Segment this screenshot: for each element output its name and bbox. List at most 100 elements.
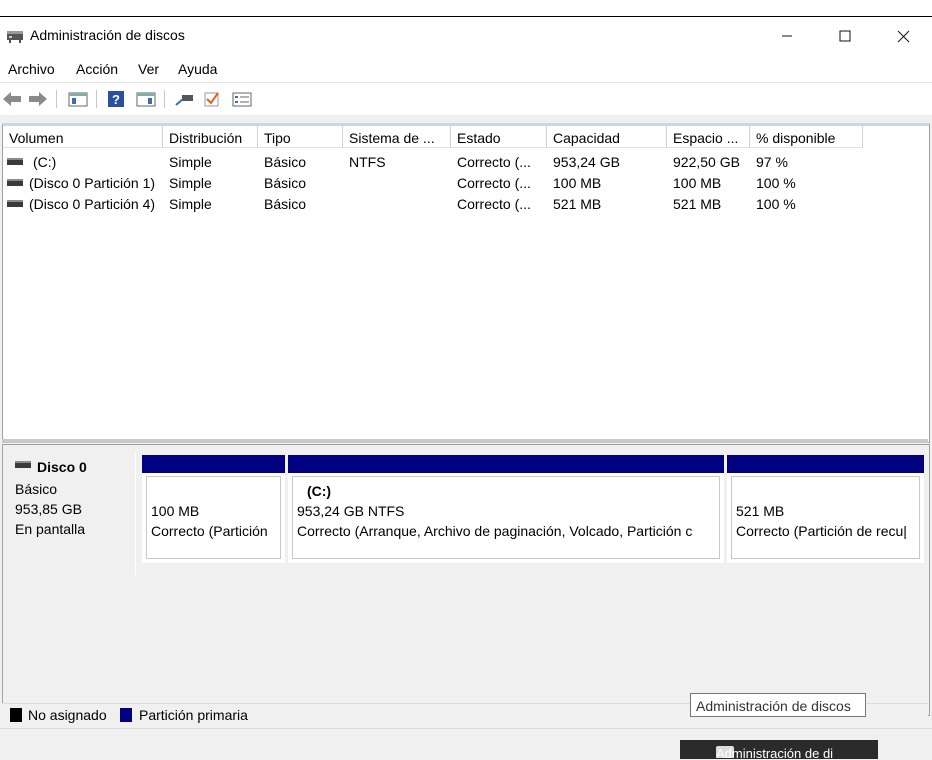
back-button[interactable] bbox=[2, 89, 22, 109]
cell-espacio: 922,50 GB bbox=[673, 154, 740, 170]
column-header-estado[interactable]: Estado bbox=[451, 126, 547, 148]
disk-graphical-view: Disco 0 Básico 953,85 GB En pantalla 100… bbox=[2, 444, 930, 716]
legend-unallocated-label: No asignado bbox=[28, 707, 107, 723]
table-row[interactable]: (C:) Simple Básico NTFS Correcto (... 95… bbox=[3, 152, 929, 173]
table-row[interactable]: (Disco 0 Partición 1) Simple Básico Corr… bbox=[3, 173, 929, 194]
volume-name: (C:) bbox=[33, 154, 57, 170]
cell-disponible: 100 % bbox=[756, 175, 796, 191]
properties-icon bbox=[68, 92, 88, 107]
partition-size: 100 MB bbox=[151, 503, 200, 519]
cell-capacidad: 100 MB bbox=[553, 175, 602, 191]
cell-tipo: Básico bbox=[264, 196, 307, 212]
column-header-tipo[interactable]: Tipo bbox=[258, 126, 343, 148]
cell-tipo: Básico bbox=[264, 175, 307, 191]
partition-4[interactable]: 521 MB Correcto (Partición de recu| bbox=[727, 455, 924, 563]
top-edge bbox=[0, 0, 932, 17]
menu-ver[interactable]: Ver bbox=[138, 61, 159, 77]
cell-espacio: 521 MB bbox=[673, 196, 722, 212]
disk-type: Básico bbox=[15, 481, 58, 497]
pane-splitter[interactable] bbox=[2, 439, 928, 443]
connect-button[interactable] bbox=[174, 89, 194, 109]
partition-color-bar bbox=[288, 455, 724, 473]
column-header-distribucion[interactable]: Distribución bbox=[163, 126, 258, 148]
cell-distribucion: Simple bbox=[169, 154, 212, 170]
toolbar: ? bbox=[0, 83, 932, 115]
partition-body: (C:) 953,24 GB NTFS Correcto (Arranque, … bbox=[292, 476, 720, 559]
column-header-espacio[interactable]: Espacio ... bbox=[667, 126, 750, 148]
partition-body: 100 MB Correcto (Partición bbox=[146, 476, 281, 559]
title-bar: Administración de discos bbox=[0, 17, 932, 55]
cell-disponible: 100 % bbox=[756, 196, 796, 212]
volume-name-cell: (Disco 0 Partición 1) bbox=[7, 173, 155, 194]
close-icon bbox=[897, 30, 909, 42]
partition-status: Correcto (Partición de recu| bbox=[736, 523, 907, 539]
cell-distribucion: Simple bbox=[169, 196, 212, 212]
column-header-capacidad[interactable]: Capacidad bbox=[547, 126, 667, 148]
list-button[interactable] bbox=[232, 89, 252, 109]
close-button[interactable] bbox=[874, 17, 932, 55]
help-button[interactable]: ? bbox=[106, 89, 126, 109]
toolbar-separator bbox=[164, 90, 165, 108]
toolbar-separator bbox=[56, 90, 57, 108]
disk-icon bbox=[15, 460, 31, 468]
volume-name-cell: (Disco 0 Partición 4) bbox=[7, 194, 155, 215]
toolbar-separator bbox=[96, 90, 97, 108]
help-icon: ? bbox=[108, 91, 124, 107]
table-row[interactable]: (Disco 0 Partición 4) Simple Básico Corr… bbox=[3, 194, 929, 215]
show-pane-icon bbox=[136, 92, 156, 107]
disk-info-panel[interactable]: Disco 0 Básico 953,85 GB En pantalla bbox=[5, 453, 136, 575]
cell-espacio: 100 MB bbox=[673, 175, 722, 191]
maximize-icon bbox=[839, 30, 851, 42]
partition-size: 521 MB bbox=[736, 503, 785, 519]
partition-1[interactable]: 100 MB Correcto (Partición bbox=[142, 455, 285, 563]
legend-primary-swatch bbox=[120, 708, 132, 722]
column-header-volumen[interactable]: Volumen bbox=[3, 126, 163, 148]
menu-accion[interactable]: Acción bbox=[76, 61, 118, 77]
forward-button[interactable] bbox=[28, 89, 48, 109]
taskbar-preview-label: Administración de di bbox=[716, 746, 834, 759]
partition-c[interactable]: (C:) 953,24 GB NTFS Correcto (Arranque, … bbox=[288, 455, 724, 563]
partition-label: (C:) bbox=[307, 483, 332, 499]
menu-bar: Archivo Acción Ver Ayuda bbox=[0, 55, 932, 83]
check-button[interactable] bbox=[202, 89, 222, 109]
window-title: Administración de discos bbox=[30, 27, 185, 43]
volume-list: Volumen Distribución Tipo Sistema de ...… bbox=[2, 123, 930, 443]
cell-sistema: NTFS bbox=[349, 154, 386, 170]
disk-management-window: Administración de discos Archivo Acción … bbox=[0, 17, 932, 760]
check-icon bbox=[204, 92, 219, 107]
list-icon bbox=[232, 92, 252, 107]
properties-button[interactable] bbox=[68, 89, 88, 109]
cell-capacidad: 953,24 GB bbox=[553, 154, 620, 170]
partition-status: Correcto (Arranque, Archivo de paginació… bbox=[297, 523, 693, 539]
show-pane-button[interactable] bbox=[136, 89, 156, 109]
disk-management-icon bbox=[7, 31, 23, 43]
disk-status: En pantalla bbox=[15, 521, 86, 537]
minimize-icon bbox=[782, 35, 792, 37]
taskbar-preview[interactable]: Administración de di bbox=[680, 740, 878, 759]
cell-capacidad: 521 MB bbox=[553, 196, 602, 212]
maximize-button[interactable] bbox=[816, 17, 874, 55]
volume-name: (Disco 0 Partición 4) bbox=[29, 196, 156, 212]
cell-disponible: 97 % bbox=[756, 154, 788, 170]
partition-size: 953,24 GB NTFS bbox=[297, 503, 405, 519]
volume-name: (Disco 0 Partición 1) bbox=[29, 175, 156, 191]
partition-color-bar bbox=[727, 455, 924, 473]
connect-icon bbox=[175, 95, 193, 106]
svg-text:?: ? bbox=[112, 92, 120, 107]
partition-color-bar bbox=[142, 455, 285, 473]
cell-estado: Correcto (... bbox=[457, 175, 531, 191]
partition-body: 521 MB Correcto (Partición de recu| bbox=[731, 476, 920, 559]
disk-name: Disco 0 bbox=[15, 459, 87, 475]
menu-archivo[interactable]: Archivo bbox=[8, 61, 55, 77]
column-header-disponible[interactable]: % disponible bbox=[750, 126, 863, 148]
cell-tipo: Básico bbox=[264, 154, 307, 170]
column-header-sistema[interactable]: Sistema de ... bbox=[343, 126, 451, 148]
disk-size: 953,85 GB bbox=[15, 501, 82, 517]
drive-icon bbox=[7, 199, 23, 207]
drive-icon bbox=[7, 178, 23, 186]
menu-ayuda[interactable]: Ayuda bbox=[178, 61, 217, 77]
cell-estado: Correcto (... bbox=[457, 154, 531, 170]
back-icon bbox=[3, 92, 21, 106]
minimize-button[interactable] bbox=[758, 17, 816, 55]
legend-unallocated-swatch bbox=[10, 708, 22, 722]
